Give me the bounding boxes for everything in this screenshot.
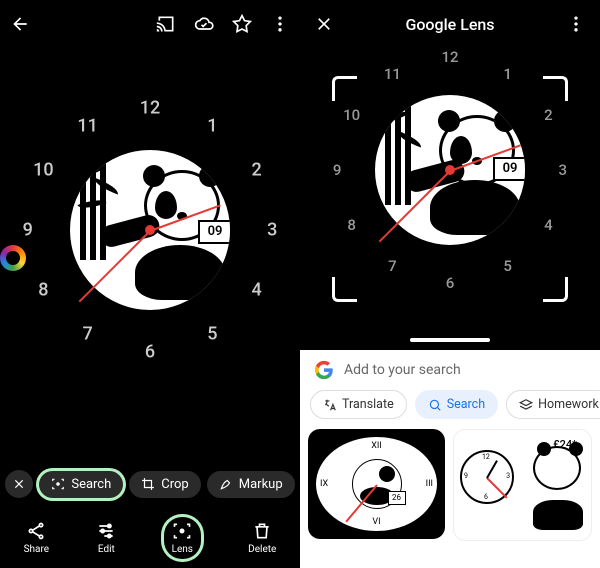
lens-search-placeholder: Add to your search <box>344 362 461 378</box>
lens-watch-date: 09 <box>493 157 525 181</box>
action-share-label: Share <box>24 544 49 555</box>
more-icon[interactable] <box>270 14 290 34</box>
pill-homework[interactable]: Homework <box>506 390 600 419</box>
more-icon[interactable] <box>566 14 586 34</box>
chip-markup-label: Markup <box>239 477 283 492</box>
pill-homework-label: Homework <box>538 397 599 412</box>
cloud-done-icon[interactable] <box>194 14 214 34</box>
lens-preview-image: 09 12 1 2 3 4 5 6 7 8 9 10 11 <box>300 50 600 340</box>
watch-date: 09 <box>198 220 230 244</box>
lens-title: Google Lens <box>405 15 494 34</box>
chip-crop-label: Crop <box>161 477 188 492</box>
bottom-sheet-handle[interactable] <box>410 338 490 342</box>
lens-results-row: XII VI IX III 26 £24* <box>300 429 600 541</box>
cast-icon[interactable] <box>156 14 176 34</box>
color-wheel-icon <box>0 245 26 271</box>
watch-face-image: 09 12 1 2 3 4 5 6 7 8 9 10 11 <box>0 100 300 400</box>
chip-search-label: Search <box>71 477 111 492</box>
chip-markup[interactable]: Markup <box>207 471 295 498</box>
chip-crop[interactable]: Crop <box>129 471 200 498</box>
photo-bottom-bar: Share Edit Lens Delete <box>0 508 300 568</box>
lens-top-bar: Google Lens <box>300 0 600 48</box>
photo-chip-row: Search Crop Markup <box>0 470 300 498</box>
result-1-date: 26 <box>388 491 406 505</box>
pill-search[interactable]: Search <box>415 390 498 419</box>
action-share[interactable]: Share <box>24 521 49 555</box>
action-delete-label: Delete <box>248 544 276 555</box>
back-icon[interactable] <box>10 14 30 34</box>
close-icon[interactable] <box>314 14 334 34</box>
chip-search[interactable]: Search <box>39 471 123 498</box>
action-lens-label: Lens <box>172 544 193 555</box>
action-lens[interactable]: Lens <box>164 517 201 559</box>
lens-search-bar[interactable]: Add to your search <box>300 350 600 390</box>
pill-translate-label: Translate <box>342 397 394 412</box>
google-logo-icon <box>314 360 334 380</box>
result-card[interactable]: XII VI IX III 26 <box>308 429 445 539</box>
action-edit[interactable]: Edit <box>96 521 116 555</box>
photo-viewer-screen: 09 12 1 2 3 4 5 6 7 8 9 10 11 Search Cr <box>0 0 300 568</box>
lens-results-sheet: Add to your search Translate Search Home… <box>300 350 600 568</box>
photo-top-bar <box>0 0 300 48</box>
lens-screen: Google Lens <box>300 0 600 568</box>
pill-search-label: Search <box>447 397 485 412</box>
action-edit-label: Edit <box>98 544 115 555</box>
star-icon[interactable] <box>232 14 252 34</box>
result-card[interactable]: £24* 12 3 6 9 <box>453 429 592 541</box>
pill-translate[interactable]: Translate <box>310 390 407 419</box>
action-delete[interactable]: Delete <box>248 521 276 555</box>
chip-close-button[interactable] <box>5 470 33 498</box>
lens-mode-row: Translate Search Homework <box>300 390 600 429</box>
